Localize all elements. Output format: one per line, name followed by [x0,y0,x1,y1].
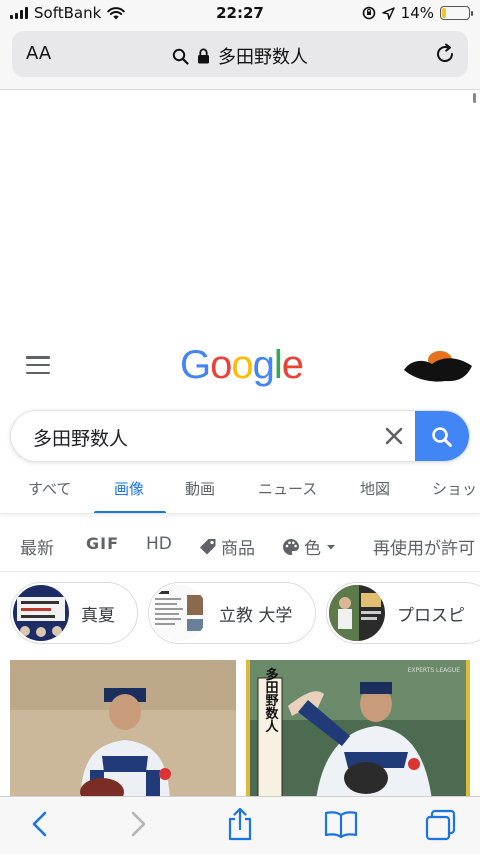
tab-images[interactable]: 画像 [114,478,144,499]
chip-label: プロスピ [397,605,465,626]
chip-prospi[interactable]: プロスピ [326,582,480,644]
tabs-icon[interactable] [424,809,458,843]
battery-percent: 14% [400,4,434,22]
logo-letter: e [281,343,304,387]
chip-rikkyo-university[interactable]: 立教 大学 [148,582,316,644]
account-avatar[interactable] [402,350,474,384]
filter-bar: 最新 GIF HD 商品 色 再使用が許可 [0,524,480,564]
related-chips: 真夏 立教 大学 プロスピ [0,582,480,646]
reload-icon[interactable] [434,43,456,65]
filter-recent[interactable]: 最新 [20,534,54,559]
address-field[interactable]: 多田野数人 [12,43,468,69]
browser-address-area: AA 多田野数人 [0,26,480,90]
tab-videos[interactable]: 動画 [185,478,215,499]
image-result[interactable]: 多田野数人 EXPERTS LEAGUE [246,660,470,796]
chip-thumbnail [329,585,385,641]
search-icon [432,427,452,447]
tag-icon [200,538,216,554]
divider [0,571,480,572]
location-icon [381,6,395,20]
image-result[interactable] [10,660,236,796]
filter-hd-label: HD [146,534,172,554]
filter-recent-label: 最新 [20,539,54,559]
logo-letter: o [231,343,253,387]
tab-shopping[interactable]: ショッ [432,478,477,499]
lock-icon [198,48,209,64]
search-button[interactable] [415,411,469,461]
filter-usage-rights[interactable]: 再使用が許可 [373,534,475,559]
logo-letter: l [273,343,283,387]
active-tab-indicator [94,511,166,513]
tab-maps[interactable]: 地図 [360,478,390,499]
image-results: 多田野数人 EXPERTS LEAGUE [0,656,480,796]
search-icon [172,48,189,65]
forward-icon[interactable] [126,809,150,839]
search-box[interactable]: 多田野数人 [10,410,470,462]
palette-icon [283,538,299,555]
bookmarks-icon[interactable] [324,809,358,839]
battery-level [442,8,446,18]
address-text: 多田野数人 [218,47,308,68]
filter-color[interactable]: 色 [282,534,337,559]
browser-toolbar [0,796,480,854]
card-logo: EXPERTS LEAGUE [408,667,461,674]
vertical-caption: 多田野数人 [263,667,279,733]
search-tabs: すべて 画像 動画 ニュース 地図 ショッ [0,466,480,514]
chip-thumbnail [13,585,69,641]
filter-products[interactable]: 商品 [199,534,255,559]
filter-products-label: 商品 [221,539,255,559]
orientation-lock-icon [362,6,375,20]
logo-letter: o [210,343,232,387]
tab-news[interactable]: ニュース [258,478,317,499]
filter-hd[interactable]: HD [146,534,172,554]
filter-gif-label: GIF [86,534,120,553]
share-icon[interactable] [226,807,254,841]
tab-all[interactable]: すべて [28,478,71,499]
scroll-indicator[interactable] [473,93,476,103]
clear-icon[interactable] [383,425,405,447]
search-input[interactable]: 多田野数人 [33,424,128,451]
chip-label: 立教 大学 [219,605,293,626]
chip-thumbnail [151,585,207,641]
chip-manatsu[interactable]: 真夏 [10,582,138,644]
status-right: 14% [362,4,473,22]
logo-letter: g [252,343,275,387]
menu-icon[interactable] [26,356,50,374]
back-icon[interactable] [28,809,52,839]
filter-color-label: 色 [304,539,321,559]
status-bar: SoftBank 22:27 14% [0,0,480,26]
filter-usage-rights-label: 再使用が許可 [373,539,475,559]
address-bar[interactable]: AA 多田野数人 [12,31,468,77]
logo-letter: G [180,343,211,387]
battery-icon [440,6,473,20]
chevron-down-icon [327,544,335,549]
chip-label: 真夏 [81,605,115,626]
google-logo[interactable]: Google [180,343,304,388]
filter-gif[interactable]: GIF [86,534,119,553]
